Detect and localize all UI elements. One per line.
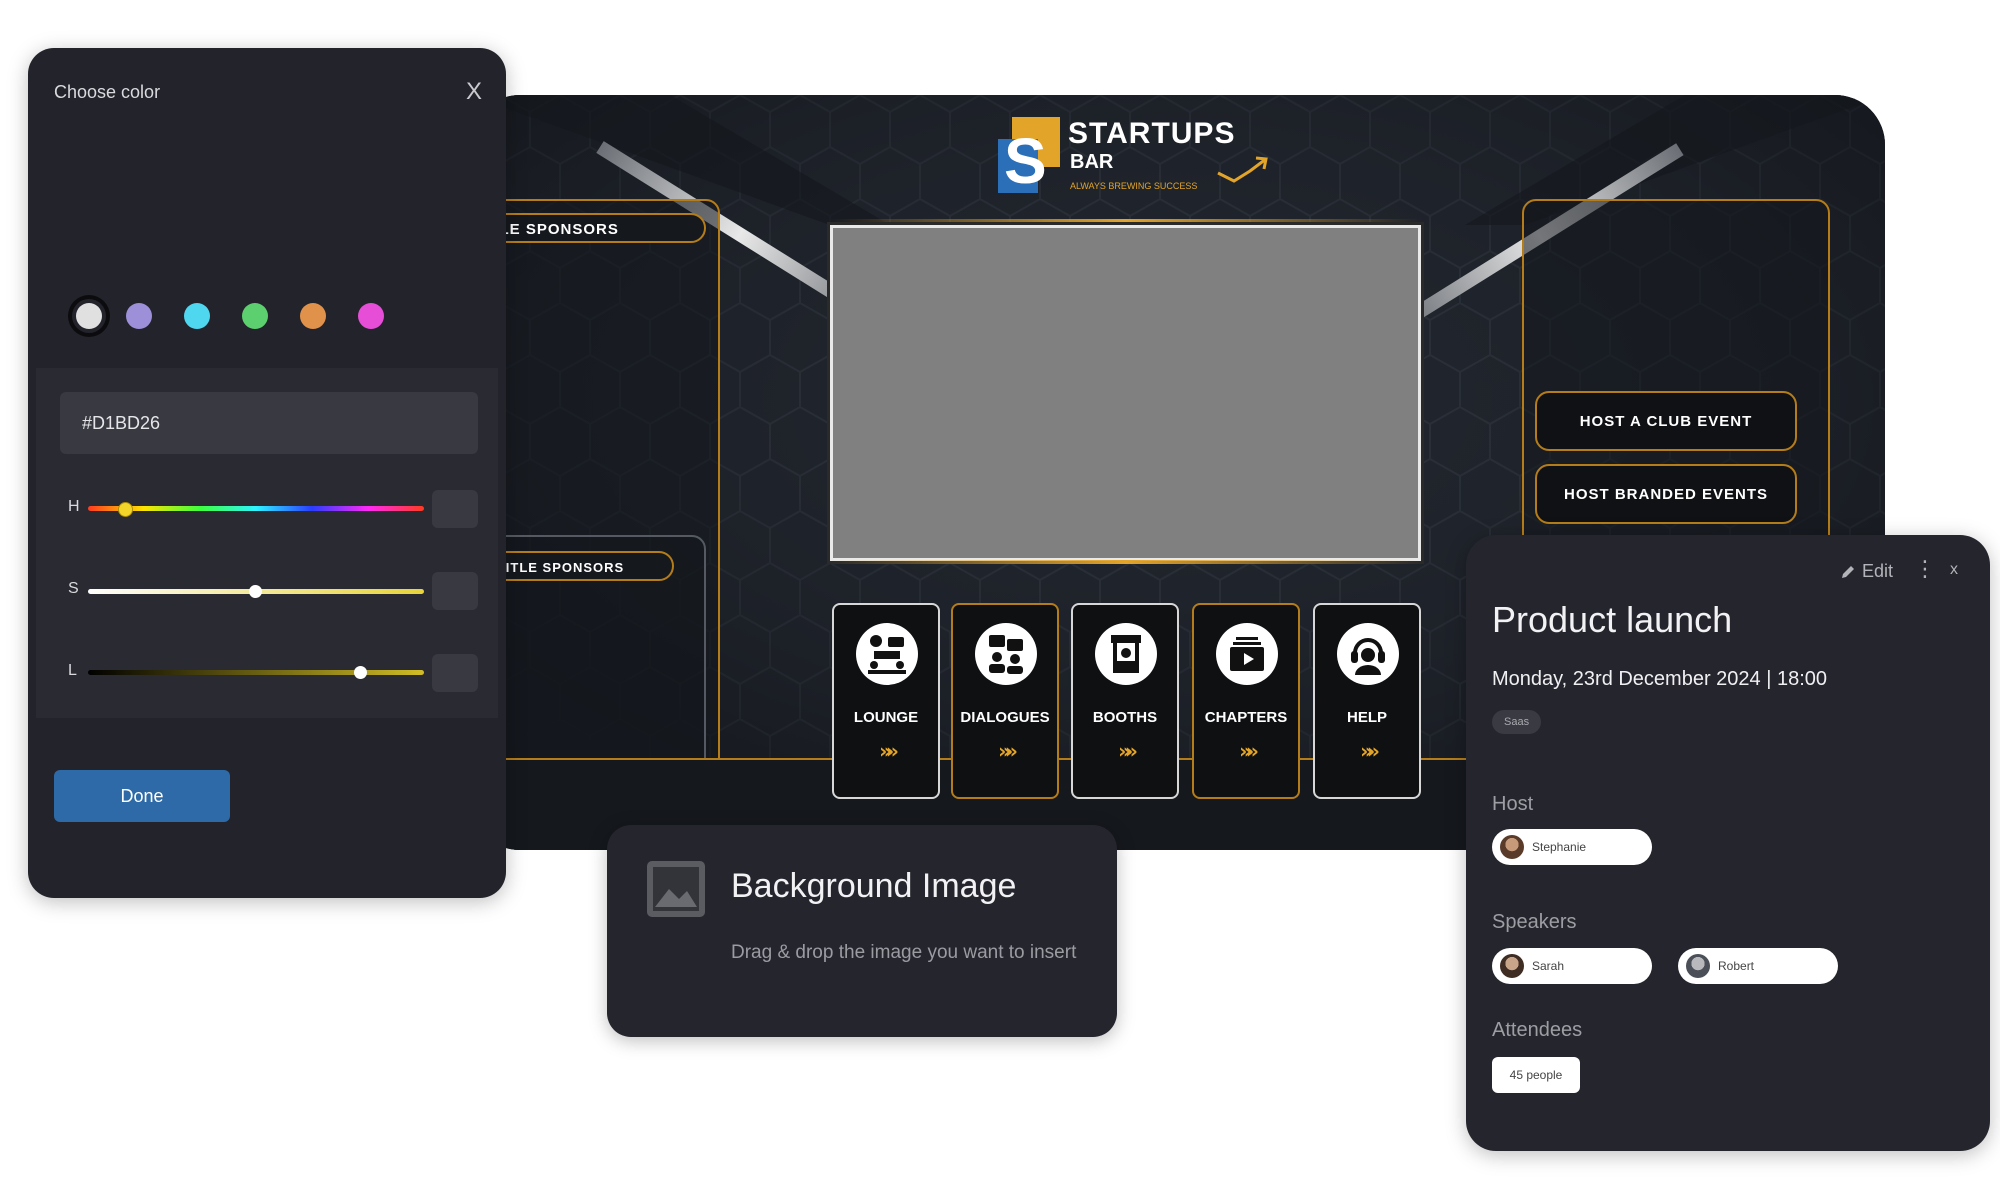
logo-mark: S: [998, 117, 1060, 193]
chevrons-icon: »»: [1239, 739, 1259, 763]
logo-line1: STARTUPS: [1068, 117, 1236, 150]
screen-bottom-glow: [830, 560, 1421, 564]
hue-slider[interactable]: [88, 506, 424, 511]
host-branded-events-button[interactable]: HOST BRANDED EVENTS: [1535, 464, 1797, 524]
background-image-title: Background Image: [731, 867, 1017, 905]
speaker-name: Sarah: [1532, 959, 1565, 973]
more-options-icon[interactable]: ⋮: [1914, 557, 1936, 582]
nav-label-help: HELP: [1346, 709, 1387, 726]
logo-tagline: ALWAYS BREWING SUCCESS: [1070, 181, 1198, 191]
screen-top-glow: [830, 219, 1421, 223]
main-screen[interactable]: [830, 225, 1421, 561]
nav-card-chapters[interactable]: CHAPTERS »»: [1192, 603, 1300, 799]
dialogues-icon: [975, 623, 1037, 685]
swatch-3[interactable]: [184, 303, 210, 329]
nav-card-help[interactable]: HELP »»: [1313, 603, 1421, 799]
help-icon: [1337, 623, 1399, 685]
hue-value-box[interactable]: [432, 490, 478, 528]
avatar: [1500, 835, 1524, 859]
color-picker-title: Choose color: [54, 82, 161, 102]
event-tag: Saas: [1492, 710, 1542, 734]
svg-text:S: S: [1004, 125, 1047, 193]
event-datetime: Monday, 23rd December 2024 | 18:00: [1492, 668, 1828, 690]
swatch-2[interactable]: [126, 303, 152, 329]
hue-slider-handle[interactable]: [118, 502, 133, 517]
speakers-heading: Speakers: [1492, 911, 1577, 933]
logo-line2: BAR: [1070, 151, 1114, 173]
avatar: [1686, 954, 1710, 978]
swatch-1[interactable]: [76, 303, 102, 329]
host-chip[interactable]: Stephanie: [1492, 829, 1652, 865]
nav-label-lounge: LOUNGE: [853, 709, 919, 726]
speaker-chip[interactable]: Robert: [1678, 948, 1838, 984]
booths-icon: [1095, 623, 1157, 685]
close-icon[interactable]: x: [1950, 561, 1958, 579]
swatch-4[interactable]: [242, 303, 268, 329]
background-image-dropzone[interactable]: Background Image Drag & drop the image y…: [607, 825, 1117, 1037]
startups-bar-logo: S STARTUPS BAR ALWAYS BREWING SUCCESS: [998, 117, 1288, 197]
attendees-count[interactable]: 45 people: [1492, 1057, 1580, 1093]
nav-card-booths[interactable]: BOOTHS »»: [1071, 603, 1179, 799]
saturation-slider-handle[interactable]: [249, 585, 262, 598]
nav-card-dialogues[interactable]: DIALOGUES »»: [951, 603, 1059, 799]
host-heading: Host: [1492, 793, 1534, 815]
chevrons-icon: »»: [1118, 739, 1138, 763]
speaker-chip[interactable]: Sarah: [1492, 948, 1652, 984]
edit-label: Edit: [1862, 561, 1894, 581]
lounge-icon: [856, 623, 918, 685]
nav-card-lounge[interactable]: LOUNGE »»: [832, 603, 940, 799]
speaker-name: Robert: [1718, 959, 1755, 973]
nav-label-dialogues: DIALOGUES: [960, 709, 1050, 726]
nav-label-chapters: CHAPTERS: [1204, 709, 1288, 726]
lightness-slider[interactable]: [88, 670, 424, 675]
close-icon[interactable]: X: [466, 78, 482, 106]
nav-label-booths: BOOTHS: [1092, 709, 1158, 726]
hue-label: H: [68, 498, 80, 515]
avatar: [1500, 954, 1524, 978]
chevrons-icon: »»: [879, 739, 899, 763]
host-name: Stephanie: [1532, 840, 1587, 854]
color-picker-panel: Choose color X #D1BD26 H S L Done: [28, 48, 506, 898]
lightness-label: L: [68, 662, 77, 679]
attendees-heading: Attendees: [1492, 1019, 1583, 1041]
lightness-value-box[interactable]: [432, 654, 478, 692]
saturation-value-box[interactable]: [432, 572, 478, 610]
image-icon: [647, 861, 705, 917]
event-title: Product launch: [1492, 599, 1733, 640]
trend-arrow-icon: [1217, 156, 1268, 183]
chevrons-icon: »»: [1360, 739, 1380, 763]
edit-button[interactable]: Edit: [1840, 561, 1893, 582]
hex-input[interactable]: #D1BD26: [60, 392, 478, 454]
done-button[interactable]: Done: [54, 770, 230, 822]
swatch-6[interactable]: [358, 303, 384, 329]
lightness-slider-handle[interactable]: [354, 666, 367, 679]
background-image-description: Drag & drop the image you want to insert: [731, 942, 1077, 963]
pencil-icon: [1842, 565, 1854, 578]
event-details-card: Edit ⋮ x Product launch Monday, 23rd Dec…: [1466, 535, 1990, 1151]
saturation-label: S: [68, 580, 79, 597]
chapters-icon: [1216, 623, 1278, 685]
host-club-event-button[interactable]: HOST A CLUB EVENT: [1535, 391, 1797, 451]
chevrons-icon: »»: [998, 739, 1018, 763]
swatch-5[interactable]: [300, 303, 326, 329]
